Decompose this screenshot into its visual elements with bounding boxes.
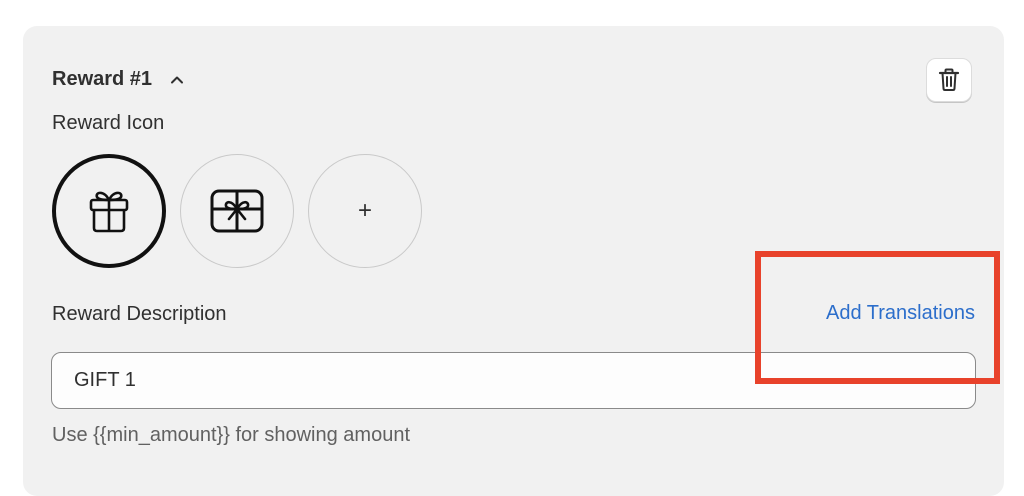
- chevron-up-icon[interactable]: [168, 71, 186, 89]
- reward-description-help-text: Use {{min_amount}} for showing amount: [52, 424, 410, 446]
- add-translations-link[interactable]: Add Translations: [826, 302, 975, 325]
- reward-description-input[interactable]: [51, 352, 976, 409]
- reward-header: Reward #1: [52, 68, 186, 91]
- add-icon-option[interactable]: +: [308, 154, 422, 268]
- gift-box-icon-option[interactable]: [180, 154, 294, 268]
- trash-icon: [938, 68, 960, 92]
- reward-title: Reward #1: [52, 68, 153, 90]
- reward-description-label: Reward Description: [52, 303, 227, 325]
- gift-box-icon: [209, 188, 265, 234]
- gift-icon: [84, 186, 134, 236]
- reward-icon-label: Reward Icon: [52, 112, 165, 134]
- reward-card: Reward #1 Reward Icon + Reward Descripti…: [23, 26, 1004, 496]
- reward-icon-options: +: [52, 154, 422, 268]
- gift-icon-option[interactable]: [52, 154, 166, 268]
- delete-reward-button[interactable]: [926, 58, 972, 102]
- plus-icon: +: [357, 197, 372, 224]
